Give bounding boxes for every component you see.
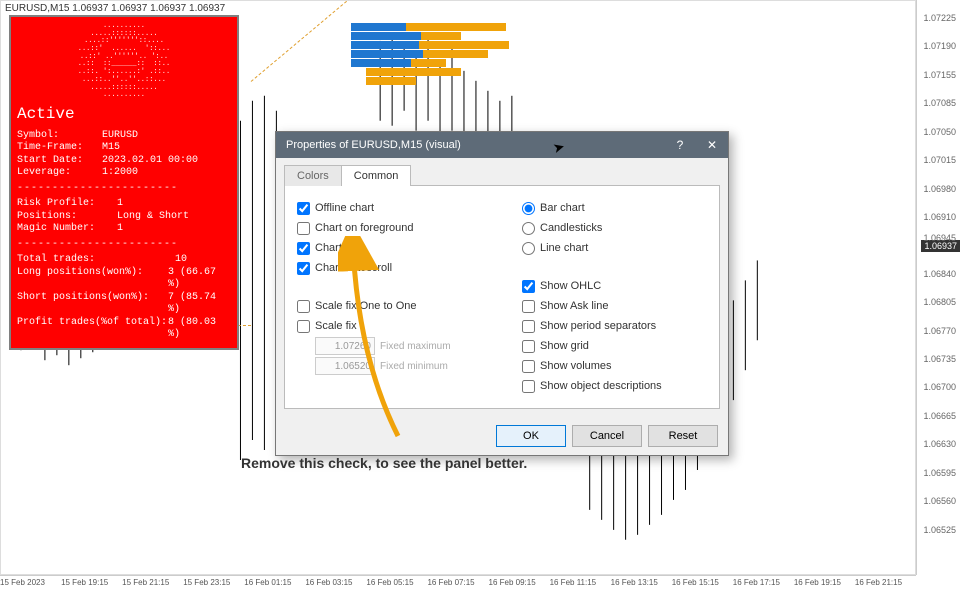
label: Leverage: [17,167,102,180]
fixed-min-input[interactable] [315,357,375,375]
show-ohlc-checkbox[interactable]: Show OHLC [522,276,707,296]
show-separators-checkbox[interactable]: Show period separators [522,316,707,336]
scale-fix-one-checkbox[interactable]: Scale fix One to One [297,296,482,316]
label: Symbol: [17,130,102,143]
label: Bar chart [540,202,585,214]
x-axis: 15 Feb 202315 Feb 19:1515 Feb 21:1515 Fe… [0,575,916,593]
value: Long & Short [117,211,189,224]
tab-common[interactable]: Common [341,165,412,186]
label: Scale fix One to One [315,300,417,312]
candlesticks-radio[interactable]: Candlesticks [522,218,707,238]
ok-button[interactable]: OK [496,425,566,447]
label: Total trades: [17,254,175,267]
reset-button[interactable]: Reset [648,425,718,447]
value: 10 [175,254,187,267]
label: Profit trades(%of total): [17,317,168,342]
label: Show grid [540,340,589,352]
value: EURUSD [102,130,138,143]
value: 1:2000 [102,167,138,180]
value: 7 (85.74 %) [168,292,231,317]
line-chart-radio[interactable]: Line chart [522,238,707,258]
label: Chart shift [315,242,365,254]
label: Chart autoscroll [315,262,392,274]
label: Positions: [17,211,117,224]
label: Show volumes [540,360,612,372]
ea-info-panel: .......... .....::::::..... ....::''''''… [9,15,239,350]
label: Show object descriptions [540,380,662,392]
label: Show period separators [540,320,656,332]
dialog-buttons: OK Cancel Reset [276,417,728,455]
value: 2023.02.01 00:00 [102,155,198,168]
label: Fixed minimum [380,361,448,372]
annotation-text: Remove this check, to see the panel bett… [241,455,527,471]
label: Show OHLC [540,280,601,292]
value: 1 [117,198,123,211]
value: 1 [117,223,123,236]
tab-colors[interactable]: Colors [284,165,342,186]
chart-foreground-checkbox[interactable]: Chart on foreground [297,218,482,238]
label: Fixed maximum [380,341,451,352]
chart-area[interactable]: EURUSD,M15 1.06937 1.06937 1.06937 1.069… [0,0,916,575]
label: Line chart [540,242,588,254]
label: Show Ask line [540,300,608,312]
y-axis: 1.072251.071901.071551.070851.070501.070… [916,0,960,575]
label: Short positions(won%): [17,292,168,317]
close-button[interactable]: ✕ [696,132,728,158]
bar-chart-radio[interactable]: Bar chart [522,198,707,218]
value: 3 (66.67 %) [168,267,231,292]
label: Chart on foreground [315,222,413,234]
ea-logo-ascii: .......... .....::::::..... ....::''''''… [17,23,231,100]
offline-chart-checkbox[interactable]: Offline chart [297,198,482,218]
label: Time-Frame: [17,142,102,155]
show-volumes-checkbox[interactable]: Show volumes [522,356,707,376]
label: Candlesticks [540,222,602,234]
label: Risk Profile: [17,198,117,211]
show-grid-checkbox[interactable]: Show grid [522,336,707,356]
value: 8 (80.03 %) [168,317,231,342]
dialog-titlebar[interactable]: Properties of EURUSD,M15 (visual) ? ✕ [276,132,728,158]
label: Magic Number: [17,223,117,236]
fixed-max-input[interactable] [315,337,375,355]
show-objects-checkbox[interactable]: Show object descriptions [522,376,707,396]
help-button[interactable]: ? [664,132,696,158]
value: M15 [102,142,120,155]
show-ask-checkbox[interactable]: Show Ask line [522,296,707,316]
chart-shift-checkbox[interactable]: Chart shift [297,238,482,258]
label: Long positions(won%): [17,267,168,292]
label: Scale fix [315,320,357,332]
label: Offline chart [315,202,374,214]
separator: ----------------------- [17,183,231,196]
chart-autoscroll-checkbox[interactable]: Chart autoscroll [297,258,482,278]
tab-strip: Colors Common [276,158,728,185]
market-profile [351,23,541,86]
tab-panel-common: Offline chart Chart on foreground Chart … [284,185,720,409]
separator: ----------------------- [17,239,231,252]
ea-status: Active [17,104,231,124]
dialog-title: Properties of EURUSD,M15 (visual) [286,139,461,151]
properties-dialog: Properties of EURUSD,M15 (visual) ? ✕ Co… [275,131,729,456]
scale-fix-checkbox[interactable]: Scale fix [297,316,482,336]
label: Start Date: [17,155,102,168]
cancel-button[interactable]: Cancel [572,425,642,447]
